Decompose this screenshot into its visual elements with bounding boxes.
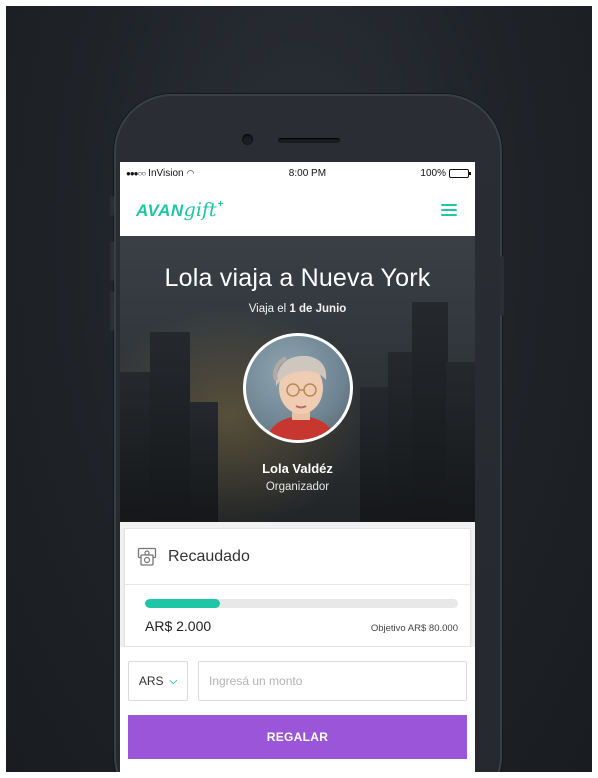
currency-select[interactable]: ARS ⌵ bbox=[128, 661, 188, 701]
gift-button[interactable]: REGALAR bbox=[128, 715, 467, 759]
skyline-building bbox=[360, 387, 390, 522]
front-camera bbox=[242, 134, 253, 145]
money-icon bbox=[137, 547, 157, 566]
funds-card: Recaudado AR$ 2.000 Objetivo AR$ 80.000 bbox=[124, 528, 471, 647]
amount-input[interactable] bbox=[198, 661, 467, 701]
status-time: 8:00 PM bbox=[288, 167, 327, 179]
skyline-building bbox=[150, 332, 190, 522]
volume-up-button bbox=[110, 241, 114, 281]
chevron-down-icon: ⌵ bbox=[169, 675, 178, 687]
battery-icon bbox=[448, 168, 471, 178]
app-screen: ●●●○○ InVision ◠ 8:00 PM 100% AVAN gift … bbox=[120, 162, 475, 778]
mute-switch bbox=[110, 196, 114, 216]
logo-text-bold: AVAN bbox=[136, 201, 184, 220]
trip-title: Lola viaja a Nueva York bbox=[164, 264, 431, 292]
status-carrier-group: ●●●○○ InVision ◠ bbox=[126, 168, 194, 179]
currency-value: ARS bbox=[138, 674, 164, 688]
funds-section: Recaudado AR$ 2.000 Objetivo AR$ 80.000 bbox=[120, 522, 475, 647]
status-bar: ●●●○○ InVision ◠ 8:00 PM 100% bbox=[120, 162, 475, 184]
logo-text-script: gift bbox=[183, 199, 217, 221]
organizer-avatar bbox=[242, 333, 353, 443]
battery-group: 100% bbox=[420, 167, 471, 179]
organizer-name: Lola Valdéz bbox=[262, 461, 333, 476]
avangift-logo[interactable]: AVAN gift + bbox=[136, 199, 223, 221]
hamburger-menu-icon[interactable] bbox=[441, 204, 457, 216]
funds-title: Recaudado bbox=[168, 547, 250, 565]
funds-card-header: Recaudado bbox=[125, 529, 470, 585]
trip-date: Viaja el 1 de Junio bbox=[248, 303, 347, 315]
organizer-photo bbox=[266, 355, 335, 440]
skyline-building bbox=[388, 352, 412, 522]
skyline-building bbox=[446, 362, 475, 522]
raised-amount: AR$ 2.000 bbox=[145, 618, 212, 634]
progress-track bbox=[145, 599, 458, 608]
amounts-row: AR$ 2.000 Objetivo AR$ 80.000 bbox=[145, 618, 458, 634]
gift-button-wrap: REGALAR bbox=[120, 701, 475, 759]
wifi-icon: ◠ bbox=[186, 167, 195, 178]
hero-banner: Lola viaja a Nueva York Viaja el 1 de Ju… bbox=[120, 236, 475, 522]
earpiece-speaker bbox=[278, 138, 340, 143]
goal-amount: Objetivo AR$ 80.000 bbox=[370, 623, 458, 634]
skyline-building bbox=[120, 372, 154, 522]
funds-card-body: AR$ 2.000 Objetivo AR$ 80.000 bbox=[125, 585, 470, 646]
gift-form: ARS ⌵ bbox=[120, 647, 475, 701]
app-header: AVAN gift + bbox=[120, 184, 475, 236]
battery-percent: 100% bbox=[420, 167, 446, 179]
organizer-role: Organizador bbox=[265, 481, 330, 493]
signal-icon: ●●●○○ bbox=[126, 168, 146, 178]
progress-fill bbox=[145, 599, 221, 608]
power-button bbox=[500, 256, 504, 316]
logo-plus-mark: + bbox=[217, 199, 224, 210]
volume-down-button bbox=[110, 291, 114, 331]
carrier-name: InVision bbox=[148, 167, 184, 179]
